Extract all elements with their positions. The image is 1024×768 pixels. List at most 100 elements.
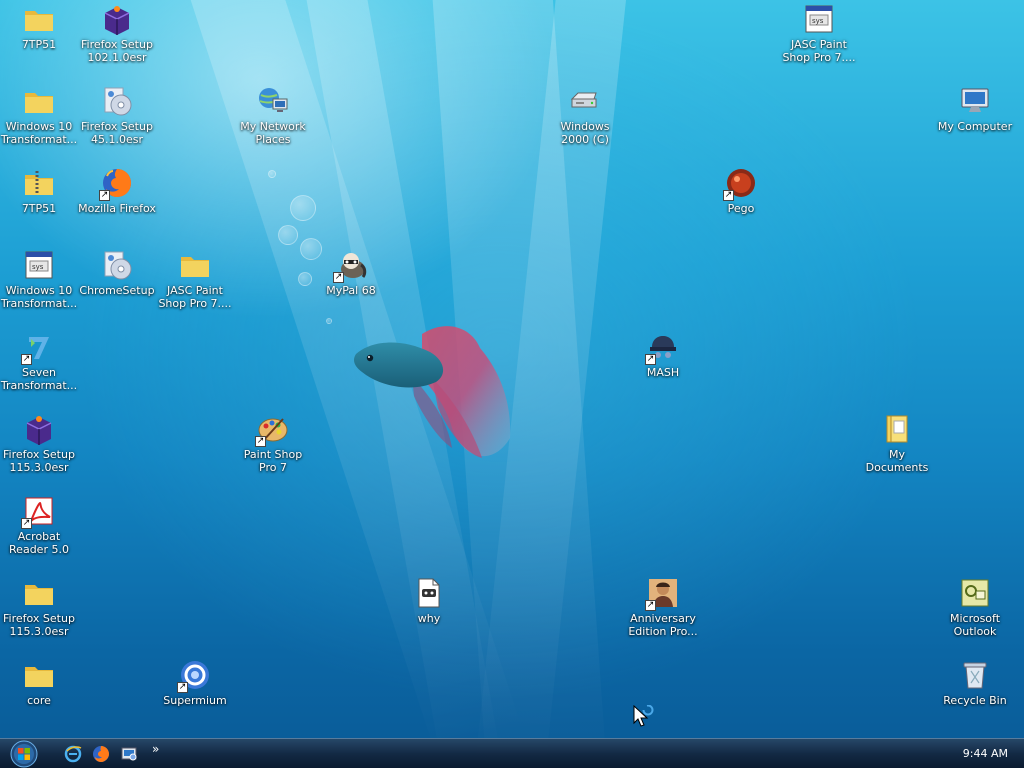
quick-launch-more-button[interactable]: » (152, 742, 159, 756)
busy-cursor-icon (633, 705, 654, 727)
firefox-icon: ↗ (99, 167, 133, 201)
icon-label: Windows 10 Transformat... (0, 284, 78, 310)
desktop-icon-chrome-setup[interactable]: ChromeSetup (78, 249, 156, 297)
desktop-icon-anniversary-edition[interactable]: ↗ Anniversary Edition Pro... (624, 577, 702, 638)
cd-setup-icon (101, 85, 133, 117)
seven-logo-icon: ↗ (21, 331, 55, 365)
icon-label: My Documents (865, 448, 929, 474)
bubble (298, 272, 312, 286)
desktop-icon-jasc-app[interactable]: sys JASC Paint Shop Pro 7.... (780, 3, 858, 64)
desktop-icon-firefox-setup-115-folder[interactable]: Firefox Setup 115.3.0esr (0, 577, 78, 638)
recycle-bin-icon (959, 659, 991, 691)
icon-label: Anniversary Edition Pro... (628, 612, 698, 638)
desktop-icon-why[interactable]: why (390, 577, 468, 625)
acrobat-icon: ↗ (21, 495, 55, 529)
shortcut-arrow-icon: ↗ (255, 436, 266, 447)
icon-label: Paint Shop Pro 7 (243, 448, 303, 474)
desktop-icon-mozilla-firefox[interactable]: ↗ Mozilla Firefox (78, 167, 156, 215)
folder-icon (23, 85, 55, 117)
icon-label: Windows 10 Transformat... (0, 120, 78, 146)
outlook-icon (959, 577, 991, 609)
svg-text:sys: sys (32, 263, 44, 271)
desktop-icon-jasc-folder[interactable]: JASC Paint Shop Pro 7.... (156, 249, 234, 310)
desktop-icon-supermium[interactable]: ↗ Supermium (156, 659, 234, 707)
text-document-icon (413, 577, 445, 609)
icon-label: Supermium (163, 694, 227, 707)
desktop-icon-pego[interactable]: ↗ Pego (702, 167, 780, 215)
desktop-icon-windows-2000-c[interactable]: Windows 2000 (C) (546, 85, 624, 146)
folder-icon (23, 577, 55, 609)
icon-label: Firefox Setup 102.1.0esr (81, 38, 153, 64)
desktop-icon-core[interactable]: core (0, 659, 78, 707)
quick-launch-show-desktop-icon[interactable] (120, 745, 138, 763)
shortcut-arrow-icon: ↗ (177, 682, 188, 693)
folder-icon (179, 249, 211, 281)
icon-label: 7TP51 (21, 202, 57, 215)
folder-icon (23, 3, 55, 35)
desktop-icon-microsoft-outlook[interactable]: Microsoft Outlook (936, 577, 1014, 638)
desktop-icon-7tp51-zip[interactable]: 7TP51 (0, 167, 78, 215)
shortcut-arrow-icon: ↗ (21, 518, 32, 529)
hard-drive-icon (569, 85, 601, 117)
bubble (278, 225, 298, 245)
zip-folder-icon (23, 167, 55, 199)
bubble (290, 195, 316, 221)
icon-label: Mozilla Firefox (78, 202, 156, 215)
icon-label: core (27, 694, 51, 707)
desktop-icon-windows10-transformation-app[interactable]: sys Windows 10 Transformat... (0, 249, 78, 310)
desktop-icon-my-documents[interactable]: My Documents (858, 413, 936, 474)
icon-label: Acrobat Reader 5.0 (9, 530, 69, 556)
desktop-icon-recycle-bin[interactable]: Recycle Bin (936, 659, 1014, 707)
bubble (326, 318, 332, 324)
paint-palette-icon: ↗ (255, 413, 289, 447)
icon-label: Firefox Setup 115.3.0esr (3, 612, 75, 638)
shortcut-arrow-icon: ↗ (21, 354, 32, 365)
supermium-icon: ↗ (177, 659, 211, 693)
icon-label: ChromeSetup (79, 284, 155, 297)
icon-label: why (417, 612, 441, 625)
desktop-icon-paint-shop-pro-7[interactable]: ↗ Paint Shop Pro 7 (234, 413, 312, 474)
desktop-icon-firefox-setup-115-box[interactable]: Firefox Setup 115.3.0esr (0, 413, 78, 474)
icon-label: MASH (646, 366, 680, 379)
icon-label: Windows 2000 (C) (560, 120, 610, 146)
portrait-photo-icon: ↗ (645, 577, 679, 611)
desktop-icon-mash[interactable]: ↗ MASH (624, 331, 702, 379)
raccoon-icon: ↗ (333, 249, 367, 283)
desktop-icon-seven-transformation[interactable]: ↗ Seven Transformat... (0, 331, 78, 392)
desktop[interactable]: 7TP51 Firefox Setup 102.1.0esr Windows 1… (0, 0, 1024, 768)
quick-launch-firefox-icon[interactable] (92, 745, 110, 763)
desktop-icon-my-computer[interactable]: My Computer (936, 85, 1014, 133)
quick-launch-ie-icon[interactable] (64, 745, 82, 763)
icon-label: Firefox Setup 115.3.0esr (3, 448, 75, 474)
mash-icon: ↗ (645, 331, 679, 365)
folder-icon (23, 659, 55, 691)
system-clock[interactable]: 9:44 AM (963, 747, 1008, 760)
desktop-icon-firefox-setup-102[interactable]: Firefox Setup 102.1.0esr (78, 3, 156, 64)
taskbar: » 9:44 AM (0, 738, 1024, 768)
pego-icon: ↗ (723, 167, 757, 201)
documents-folder-icon (881, 413, 913, 445)
bubble (268, 170, 276, 178)
shortcut-arrow-icon: ↗ (645, 600, 656, 611)
icon-label: Recycle Bin (943, 694, 1007, 707)
application-window-icon: sys (803, 3, 835, 35)
shortcut-arrow-icon: ↗ (645, 354, 656, 365)
desktop-icon-mypal-68[interactable]: ↗ MyPal 68 (312, 249, 390, 297)
icon-label: My Computer (937, 120, 1013, 133)
desktop-icon-my-network-places[interactable]: My Network Places (234, 85, 312, 146)
icon-label: Microsoft Outlook (949, 612, 1001, 638)
installer-box-icon (101, 3, 133, 35)
computer-icon (959, 85, 991, 117)
icon-label: Firefox Setup 45.1.0esr (81, 120, 153, 146)
start-button[interactable] (8, 740, 40, 768)
cd-setup-icon (101, 249, 133, 281)
installer-box-icon (23, 413, 55, 445)
desktop-icon-7tp51[interactable]: 7TP51 (0, 3, 78, 51)
desktop-icon-acrobat-reader[interactable]: ↗ Acrobat Reader 5.0 (0, 495, 78, 556)
desktop-icon-firefox-setup-45[interactable]: Firefox Setup 45.1.0esr (78, 85, 156, 146)
shortcut-arrow-icon: ↗ (333, 272, 344, 283)
icon-label: MyPal 68 (326, 284, 376, 297)
icon-label: JASC Paint Shop Pro 7.... (782, 38, 856, 64)
desktop-icon-windows10-transformation[interactable]: Windows 10 Transformat... (0, 85, 78, 146)
icon-label: My Network Places (240, 120, 306, 146)
